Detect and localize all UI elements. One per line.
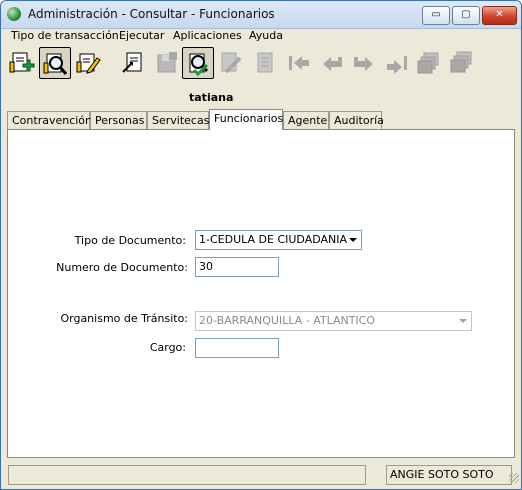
funcionarios-panel: Tipo de Documento: 1-CEDULA DE CIUDADANI…: [7, 129, 515, 458]
close-button[interactable]: ✕: [482, 6, 517, 25]
organismo-transito-label: Organismo de Tránsito:: [60, 312, 188, 325]
execute-query-button[interactable]: [182, 47, 214, 79]
resize-grip-icon[interactable]: [509, 473, 519, 483]
tab-servitecas[interactable]: Servitecas: [147, 111, 209, 129]
document-button[interactable]: [249, 47, 281, 79]
next-record-icon: [354, 57, 373, 71]
minimize-button[interactable]: ▭: [422, 6, 450, 25]
cargo-label: Cargo:: [149, 341, 186, 354]
app-globe-icon: [7, 7, 21, 21]
query-button[interactable]: [39, 47, 71, 79]
chevron-down-icon[interactable]: [459, 319, 467, 323]
tab-auditoria[interactable]: Auditoría: [329, 111, 384, 129]
select-button[interactable]: [117, 47, 149, 79]
maximize-button[interactable]: ▢: [452, 6, 480, 25]
tipo-documento-select[interactable]: 1-CEDULA DE CIUDADANIA: [195, 230, 362, 250]
tab-personas[interactable]: Personas: [90, 111, 147, 129]
execute-query-icon: [189, 53, 209, 77]
tab-contravencion[interactable]: Contravención: [7, 111, 92, 129]
numero-documento-input[interactable]: 30: [195, 257, 279, 277]
numero-documento-label: Numero de Documento:: [56, 261, 188, 274]
next-record-button[interactable]: [347, 47, 379, 79]
tipo-documento-value: 1-CEDULA DE CIUDADANIA: [199, 233, 348, 246]
menu-bar: Tipo de transacción Ejecutar Aplicacione…: [1, 29, 521, 45]
application-window: Administración - Consultar - Funcionario…: [0, 0, 522, 490]
query-icon: [43, 53, 68, 75]
status-user: ANGIE SOTO SOTO: [386, 465, 512, 485]
menu-tipo-transaccion[interactable]: Tipo de transacción: [11, 29, 119, 42]
chevron-down-icon[interactable]: [349, 238, 357, 242]
stack-button[interactable]: [413, 47, 445, 79]
cargo-input[interactable]: [195, 338, 279, 358]
title-bar[interactable]: Administración - Consultar - Funcionario…: [1, 1, 521, 29]
tipo-documento-label: Tipo de Documento:: [74, 234, 186, 247]
stack-alt-icon: [450, 51, 472, 73]
save-button[interactable]: [151, 47, 183, 79]
last-record-button[interactable]: [381, 47, 413, 79]
tab-funcionarios[interactable]: Funcionarios: [209, 109, 283, 130]
document-icon: [257, 52, 273, 73]
save-icon: [157, 52, 177, 73]
edit-icon: [76, 53, 101, 74]
last-record-icon: [387, 56, 407, 74]
add-record-button[interactable]: [6, 47, 38, 79]
status-message: [8, 465, 366, 485]
cancel-icon: [221, 52, 242, 74]
record-user-label: tatiana: [189, 91, 234, 104]
first-record-icon: [289, 56, 309, 70]
previous-record-button[interactable]: [317, 47, 349, 79]
first-record-button[interactable]: [283, 47, 315, 79]
edit-button[interactable]: [73, 47, 105, 79]
select-icon: [122, 52, 142, 73]
previous-record-icon: [323, 57, 342, 71]
window-title: Administración - Consultar - Funcionario…: [28, 7, 275, 21]
menu-ejecutar[interactable]: Ejecutar: [119, 29, 164, 42]
add-record-icon: [9, 52, 35, 73]
menu-aplicaciones[interactable]: Aplicaciones: [173, 29, 242, 42]
status-bar: ANGIE SOTO SOTO: [1, 463, 521, 485]
cancel-button[interactable]: [215, 47, 247, 79]
menu-ayuda[interactable]: Ayuda: [249, 29, 283, 42]
organismo-transito-value: 20-BARRANQUILLA - ATLANTICO: [199, 314, 376, 327]
stack-alt-button[interactable]: [445, 47, 477, 79]
toolbar: [1, 47, 521, 83]
tab-strip: Contravención Personas Servitecas Funcio…: [7, 109, 521, 130]
stack-icon: [417, 52, 439, 74]
organismo-transito-select[interactable]: 20-BARRANQUILLA - ATLANTICO: [195, 311, 472, 331]
tab-agente[interactable]: Agente: [283, 111, 329, 129]
